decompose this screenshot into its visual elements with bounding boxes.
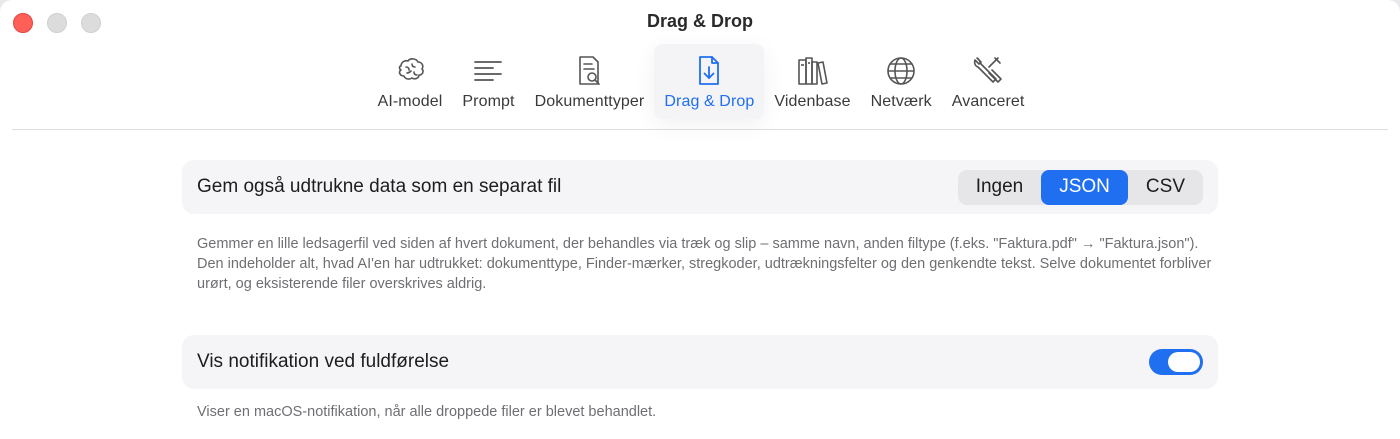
- notification-description: Viser en macOS-notifikation, når alle dr…: [197, 404, 657, 420]
- window-title: Drag & Drop: [646, 11, 753, 31]
- globe-icon: [881, 52, 921, 90]
- tab-label: Netværk: [870, 93, 932, 110]
- preferences-toolbar: AI-model Prompt Dokumenttyper Drag & Dro…: [0, 44, 1400, 119]
- tab-videnbase[interactable]: Videnbase: [764, 44, 860, 119]
- brain-icon: [390, 52, 430, 90]
- save-file-setting: Gem også udtrukne data som en separat fi…: [182, 160, 1218, 214]
- tab-label: Avanceret: [951, 93, 1025, 110]
- document-download-icon: [689, 52, 729, 90]
- notification-toggle[interactable]: [1149, 349, 1203, 375]
- tab-prompt[interactable]: Prompt: [452, 44, 524, 119]
- file-format-segmented-control[interactable]: Ingen JSON CSV: [957, 169, 1203, 205]
- tab-label: Prompt: [462, 93, 515, 110]
- segment-json[interactable]: JSON: [1041, 169, 1128, 205]
- segment-csv[interactable]: CSV: [1128, 170, 1203, 205]
- notification-setting: Vis notifikation ved fuldførelse: [182, 335, 1218, 389]
- save-file-description: Gemmer en lille ledsagerfil ved siden af…: [197, 236, 1212, 292]
- save-file-label: Gem også udtrukne data som en separat fi…: [197, 176, 562, 197]
- tab-label: AI-model: [377, 93, 443, 110]
- tab-label: Videnbase: [774, 93, 851, 110]
- tab-label: Drag & Drop: [664, 93, 755, 110]
- tools-icon: [968, 52, 1008, 90]
- notification-label: Vis notifikation ved fuldførelse: [197, 351, 450, 372]
- tab-avanceret[interactable]: Avanceret: [942, 44, 1035, 119]
- document-search-icon: [569, 52, 609, 90]
- toolbar-divider: [12, 129, 1388, 130]
- segment-ingen[interactable]: Ingen: [958, 170, 1042, 205]
- tab-ai-model[interactable]: AI-model: [368, 44, 453, 119]
- tab-dokumenttyper[interactable]: Dokumenttyper: [525, 44, 655, 119]
- tab-label: Dokumenttyper: [534, 93, 645, 110]
- text-lines-icon: [468, 52, 508, 90]
- toggle-knob: [1168, 352, 1200, 372]
- tab-netvaerk[interactable]: Netværk: [861, 44, 942, 119]
- tab-drag-drop[interactable]: Drag & Drop: [654, 44, 765, 119]
- preferences-window: Drag & Drop AI-model Prompt Dokumenttype…: [0, 0, 1400, 439]
- books-icon: [793, 52, 833, 90]
